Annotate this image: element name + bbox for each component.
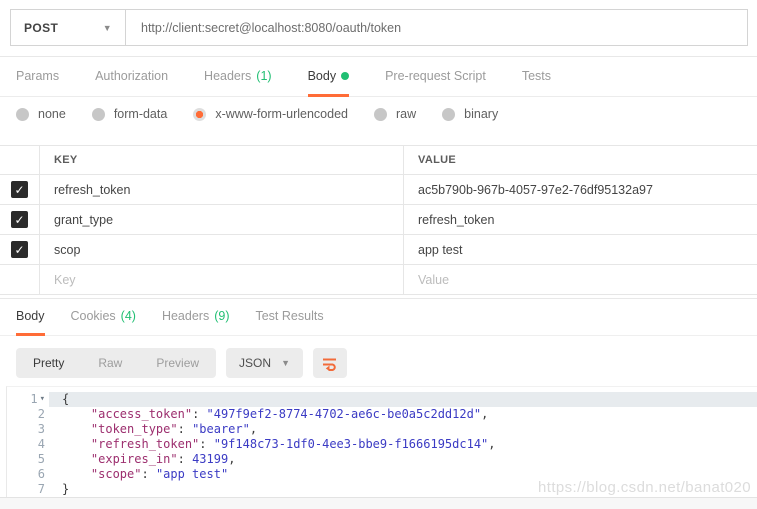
url-text: http://client:secret@localhost:8080/oaut… bbox=[141, 20, 402, 35]
mode-raw-label: raw bbox=[396, 107, 417, 121]
code-line: 2 "access_token": "497f9ef2-8774-4702-ae… bbox=[7, 407, 757, 422]
resp-tab-cookies-label: Cookies bbox=[70, 309, 116, 323]
tab-authorization[interactable]: Authorization bbox=[95, 57, 168, 97]
fold-caret-icon[interactable]: ▾ bbox=[40, 392, 45, 407]
wrap-lines-icon bbox=[323, 358, 337, 371]
mode-x-www-form-urlencoded[interactable]: x-www-form-urlencoded bbox=[193, 107, 348, 121]
resp-headers-count-badge: (9) bbox=[214, 309, 230, 323]
tab-body[interactable]: Body bbox=[307, 57, 350, 97]
radio-icon[interactable] bbox=[442, 107, 456, 121]
key-field[interactable]: scop bbox=[40, 235, 404, 264]
response-tabs: Body Cookies (4) Headers (9) Test Result… bbox=[0, 299, 757, 336]
chevron-down-icon: ▼ bbox=[281, 358, 290, 368]
watermark-text: https://blog.csdn.net/banat020 bbox=[538, 479, 751, 496]
response-toolbar: Pretty Raw Preview JSON ▼ bbox=[0, 336, 757, 386]
tab-authorization-label: Authorization bbox=[95, 68, 169, 83]
language-label: JSON bbox=[239, 356, 272, 370]
key-field[interactable]: refresh_token bbox=[40, 175, 404, 204]
code-text: "refresh_token": "9f148c73-1df0-4ee3-bbe… bbox=[90, 437, 496, 451]
request-tabs: Params Authorization Headers (1) Body Pr… bbox=[0, 57, 757, 97]
code-line: 3 "token_type": "bearer", bbox=[7, 422, 757, 437]
footer-strip bbox=[0, 497, 757, 509]
tab-headers[interactable]: Headers (1) bbox=[204, 57, 272, 97]
table-row: refresh_token ac5b790b-967b-4057-97e2-76… bbox=[0, 175, 757, 205]
mode-form-data-label: form-data bbox=[113, 107, 168, 121]
resp-tab-cookies[interactable]: Cookies (4) bbox=[71, 299, 136, 336]
url-input[interactable]: http://client:secret@localhost:8080/oaut… bbox=[126, 9, 748, 46]
code-text: { bbox=[49, 392, 757, 407]
header-value-cell: VALUE bbox=[418, 154, 456, 166]
code-line: 1 ▾ { bbox=[7, 392, 757, 407]
request-url-bar: POST ▼ http://client:secret@localhost:80… bbox=[0, 0, 757, 46]
value-field[interactable]: refresh_token bbox=[404, 205, 757, 234]
resp-tab-body-label: Body bbox=[16, 309, 45, 323]
mode-binary-label: binary bbox=[464, 107, 499, 121]
code-text: "expires_in": 43199, bbox=[90, 452, 236, 466]
line-number: 3 bbox=[37, 422, 45, 436]
radio-icon[interactable] bbox=[16, 107, 29, 121]
code-line: 4 "refresh_token": "9f148c73-1df0-4ee3-b… bbox=[7, 437, 757, 452]
table-row: scop app test bbox=[0, 235, 757, 265]
tab-tests[interactable]: Tests bbox=[522, 57, 551, 97]
radio-selected-icon[interactable] bbox=[193, 107, 207, 121]
value-field[interactable]: app test bbox=[404, 235, 757, 264]
body-active-dot-icon bbox=[341, 71, 350, 80]
line-number: 2 bbox=[37, 407, 45, 421]
tab-pre-request-script-label: Pre-request Script bbox=[385, 68, 486, 83]
wrap-lines-button[interactable] bbox=[312, 348, 347, 378]
row-checkbox-checked[interactable] bbox=[11, 241, 28, 258]
table-row-placeholder: Key Value bbox=[0, 265, 757, 295]
line-number: 1 ▾ bbox=[30, 392, 45, 407]
tab-params-label: Params bbox=[16, 68, 60, 83]
cookies-count-badge: (4) bbox=[120, 309, 136, 323]
mode-raw[interactable]: raw bbox=[374, 107, 416, 121]
table-header-row: KEY VALUE bbox=[0, 146, 757, 175]
line-number: 4 bbox=[37, 437, 45, 451]
resp-tab-headers-label: Headers bbox=[161, 309, 210, 323]
tab-pre-request-script[interactable]: Pre-request Script bbox=[385, 57, 486, 97]
tab-body-label: Body bbox=[307, 68, 337, 83]
mode-form-data[interactable]: form-data bbox=[91, 107, 168, 121]
view-pretty-button[interactable]: Pretty bbox=[16, 348, 81, 378]
radio-icon[interactable] bbox=[374, 107, 387, 121]
tab-headers-label: Headers bbox=[204, 68, 252, 83]
tab-params[interactable]: Params bbox=[16, 57, 59, 97]
mode-urlencoded-label: x-www-form-urlencoded bbox=[215, 107, 348, 121]
method-select[interactable]: POST ▼ bbox=[10, 9, 126, 46]
tab-tests-label: Tests bbox=[521, 68, 551, 83]
view-raw-button[interactable]: Raw bbox=[81, 348, 139, 378]
code-line: 5 "expires_in": 43199, bbox=[7, 452, 757, 467]
key-field[interactable]: grant_type bbox=[40, 205, 404, 234]
chevron-down-icon: ▼ bbox=[102, 22, 112, 33]
resp-tab-test-results[interactable]: Test Results bbox=[255, 299, 323, 336]
headers-count-badge: (1) bbox=[256, 68, 272, 83]
resp-tab-test-results-label: Test Results bbox=[255, 309, 324, 323]
code-text: "token_type": "bearer", bbox=[90, 422, 258, 436]
language-select[interactable]: JSON ▼ bbox=[226, 348, 303, 378]
mode-none[interactable]: none bbox=[16, 107, 66, 121]
value-field-placeholder[interactable]: Value bbox=[404, 265, 757, 294]
resp-tab-headers[interactable]: Headers (9) bbox=[162, 299, 230, 336]
line-number: 7 bbox=[37, 482, 45, 496]
header-check-cell bbox=[0, 146, 40, 174]
body-mode-selector: none form-data x-www-form-urlencoded raw… bbox=[0, 97, 757, 133]
radio-icon[interactable] bbox=[91, 107, 105, 121]
line-number: 5 bbox=[37, 452, 45, 466]
resp-tab-body[interactable]: Body bbox=[16, 299, 45, 336]
line-number: 6 bbox=[37, 467, 45, 481]
method-label: POST bbox=[24, 20, 59, 35]
key-field-placeholder[interactable]: Key bbox=[40, 265, 404, 294]
code-text: "access_token": "497f9ef2-8774-4702-ae6c… bbox=[90, 407, 489, 421]
view-segmented-control: Pretty Raw Preview bbox=[16, 348, 217, 378]
row-checkbox-checked[interactable] bbox=[11, 211, 28, 228]
view-preview-button[interactable]: Preview bbox=[139, 348, 216, 378]
header-key-cell: KEY bbox=[40, 146, 404, 174]
row-checkbox-checked[interactable] bbox=[11, 181, 28, 198]
urlencoded-kv-table: KEY VALUE refresh_token ac5b790b-967b-40… bbox=[0, 145, 757, 295]
value-field[interactable]: ac5b790b-967b-4057-97e2-76df95132a97 bbox=[404, 175, 757, 204]
mode-binary[interactable]: binary bbox=[442, 107, 498, 121]
mode-none-label: none bbox=[38, 107, 66, 121]
table-row: grant_type refresh_token bbox=[0, 205, 757, 235]
